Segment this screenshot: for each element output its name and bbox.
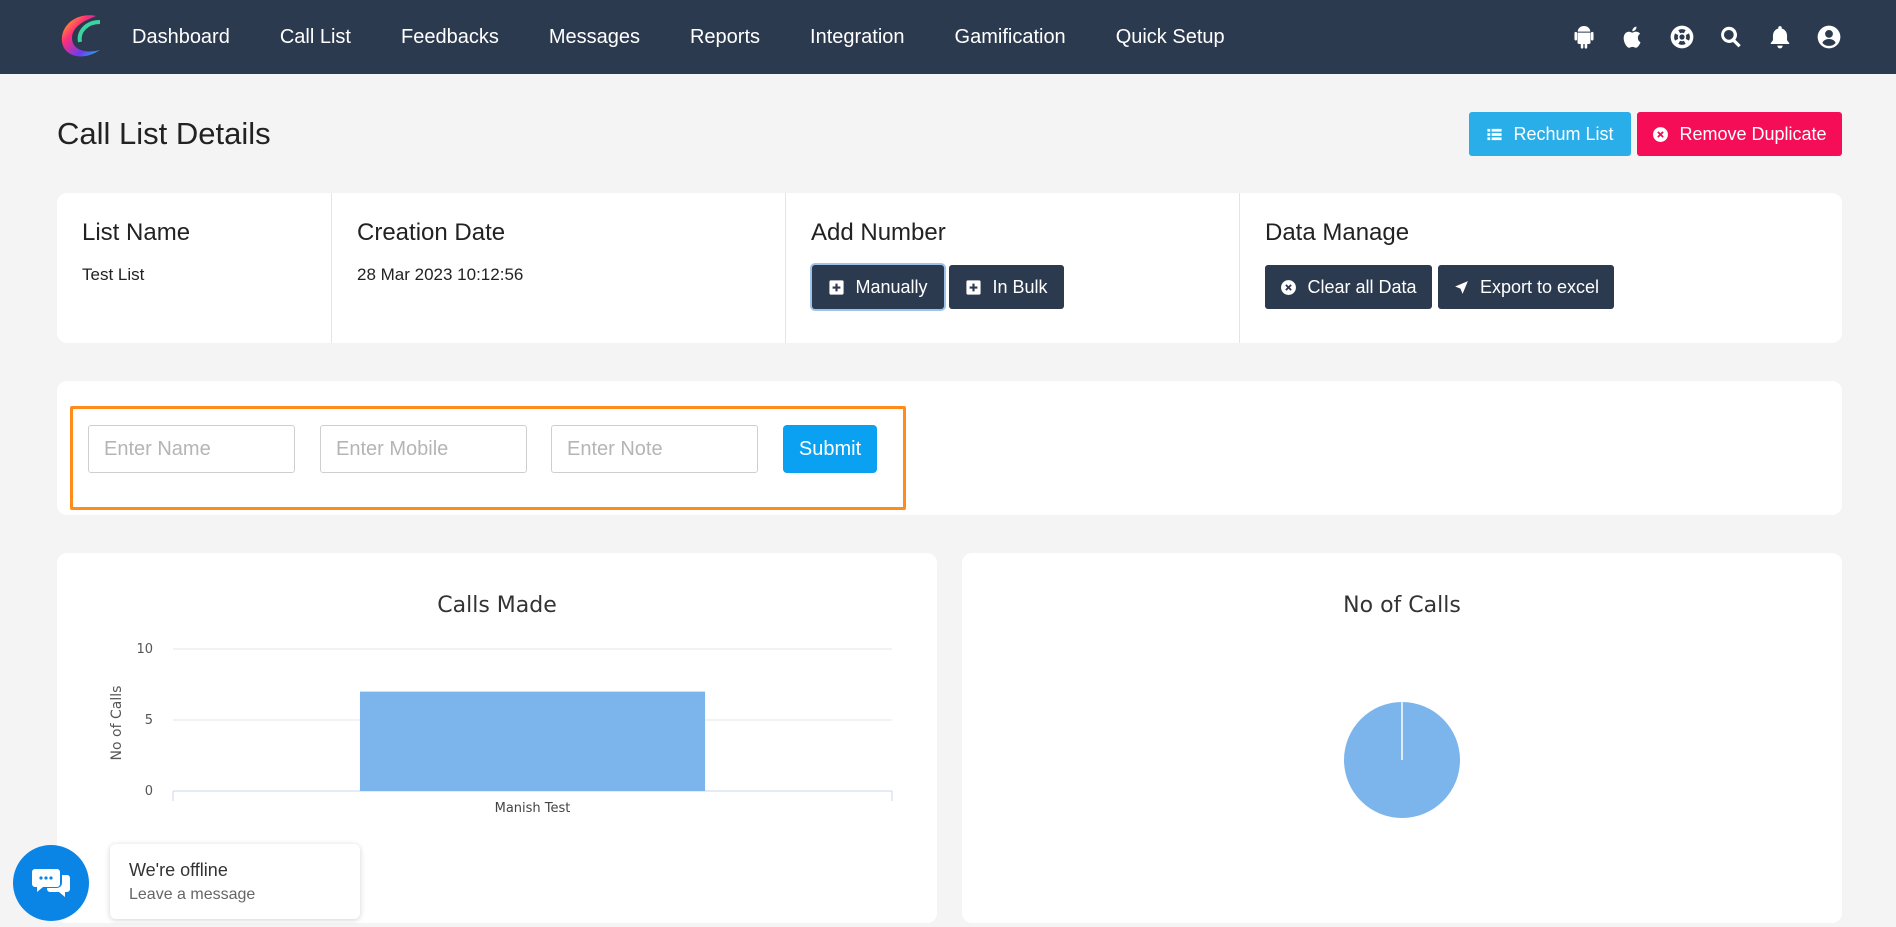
user-icon[interactable] — [1814, 22, 1844, 52]
main-nav: Dashboard Call List Feedbacks Messages R… — [132, 0, 1275, 74]
list-info-card: List Name Test List Creation Date 28 Mar… — [57, 193, 1842, 343]
y-axis-label: No of Calls — [109, 686, 125, 761]
add-number-heading: Add Number — [811, 219, 946, 246]
plus-square-icon — [829, 279, 845, 295]
remove-duplicate-button[interactable]: Remove Duplicate — [1637, 112, 1842, 156]
list-name-heading: List Name — [82, 219, 191, 246]
data-manage-heading: Data Manage — [1265, 219, 1410, 246]
add-in-bulk-label: In Bulk — [992, 276, 1048, 297]
apple-icon[interactable] — [1618, 22, 1648, 52]
y-tick-label: 0 — [145, 784, 153, 799]
submit-button[interactable]: Submit — [783, 425, 877, 473]
mobile-input[interactable] — [320, 425, 527, 473]
chat-launcher-button[interactable] — [13, 845, 89, 921]
nav-icon-group — [1550, 0, 1844, 74]
x-tick-label: Manish Test — [495, 801, 571, 816]
nav-dashboard[interactable]: Dashboard — [132, 26, 230, 49]
nav-call-list[interactable]: Call List — [280, 26, 351, 49]
bar — [359, 691, 706, 791]
nav-feedbacks[interactable]: Feedbacks — [401, 26, 499, 49]
add-manually-label: Manually — [855, 276, 928, 297]
rechum-list-button[interactable]: Rechum List — [1469, 112, 1631, 156]
creation-date-heading: Creation Date — [357, 219, 506, 246]
y-tick-label: 5 — [145, 713, 153, 728]
creation-date-section: Creation Date 28 Mar 2023 10:12:56 — [332, 193, 786, 343]
app-logo[interactable] — [56, 10, 106, 62]
add-in-bulk-button[interactable]: In Bulk — [949, 265, 1064, 309]
chat-bubbles-icon — [32, 869, 70, 897]
list-icon — [1487, 128, 1503, 140]
android-icon[interactable] — [1569, 22, 1599, 52]
nav-quick-setup[interactable]: Quick Setup — [1116, 26, 1225, 49]
add-manually-button[interactable]: Manually — [812, 265, 944, 309]
bell-icon[interactable] — [1765, 22, 1795, 52]
name-input[interactable] — [88, 425, 295, 473]
data-manage-section: Data Manage Clear all Data Export to exc… — [1240, 193, 1842, 343]
clear-all-data-label: Clear all Data — [1307, 276, 1417, 297]
creation-date-value: 28 Mar 2023 10:12:56 — [357, 265, 524, 284]
export-to-excel-button[interactable]: Export to excel — [1438, 265, 1614, 309]
nav-gamification[interactable]: Gamification — [955, 26, 1066, 49]
y-tick-label: 10 — [136, 642, 153, 657]
clear-all-data-button[interactable]: Clear all Data — [1265, 265, 1432, 309]
chat-prompt-text: Leave a message — [129, 886, 256, 903]
list-name-section: List Name Test List — [57, 193, 332, 343]
no-of-calls-chart-card: No of Calls — [962, 553, 1842, 923]
times-circle-icon — [1281, 279, 1297, 295]
support-icon[interactable] — [1667, 22, 1697, 52]
nav-reports[interactable]: Reports — [690, 26, 760, 49]
chat-offline-bubble[interactable]: We're offline Leave a message — [110, 844, 360, 919]
nav-integration[interactable]: Integration — [810, 26, 905, 49]
no-of-calls-pie-chart — [1344, 702, 1460, 818]
add-number-section: Add Number Manually In Bulk — [786, 193, 1240, 343]
list-name-value: Test List — [82, 265, 145, 284]
remove-duplicate-label: Remove Duplicate — [1679, 123, 1827, 144]
page-title: Call List Details — [57, 116, 271, 151]
plus-square-icon — [966, 279, 982, 295]
chat-status-text: We're offline — [129, 860, 228, 880]
nav-messages[interactable]: Messages — [549, 26, 640, 49]
search-icon[interactable] — [1716, 22, 1746, 52]
note-input[interactable] — [551, 425, 758, 473]
location-arrow-icon — [1455, 280, 1468, 294]
rechum-list-label: Rechum List — [1513, 123, 1614, 144]
export-to-excel-label: Export to excel — [1479, 276, 1600, 297]
top-navbar: Dashboard Call List Feedbacks Messages R… — [0, 0, 1896, 74]
times-circle-icon — [1653, 126, 1669, 142]
